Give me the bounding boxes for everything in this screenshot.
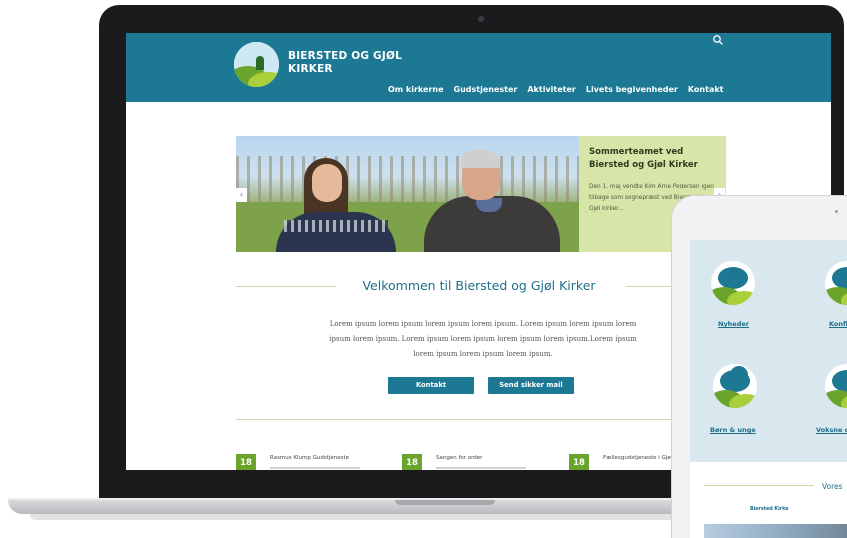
photo-person-man [424,150,560,252]
tablet-section-heading: Vores [822,482,843,491]
category-link-konfirmander[interactable]: Konfir [829,320,847,328]
event-item[interactable]: 18 Sangen for order [402,454,562,470]
face [312,164,342,202]
news-icon[interactable] [711,261,755,305]
slide-title: Sommerteamet ved Biersted og Gjøl Kirker [589,147,698,170]
children-youth-icon[interactable] [713,364,757,408]
hair [460,150,500,168]
event-title: Sangen for order [436,455,483,461]
event-subtitle [436,467,526,469]
adults-icon[interactable] [825,364,847,408]
event-item[interactable]: 18 Rasmus Klump Gudstjeneste [236,454,396,470]
bubble [730,366,748,384]
event-date: 18 [402,454,422,470]
confirmation-icon[interactable] [825,261,847,305]
slide-photo[interactable] [236,136,579,252]
hill [727,291,755,305]
nav-item-om-kirkerne[interactable]: Om kirkerne [388,85,444,94]
nav-item-gudstjenester[interactable]: Gudstjenester [454,85,518,94]
nav-item-livets-begivenheder[interactable]: Livets begivenheder [586,85,678,94]
logo-tree [256,56,264,70]
site-header: BIERSTED OG GJØL KIRKER Om kirkerne Guds… [126,33,831,102]
bubble [832,267,847,289]
tablet-camera [835,210,838,213]
church-logo[interactable] [234,42,279,87]
nav-item-aktiviteter[interactable]: Aktiviteter [527,85,575,94]
device-mockup: BIERSTED OG GJØL KIRKER Om kirkerne Guds… [0,0,847,538]
welcome-text: Lorem ipsum lorem ipsum lorem ipsum lore… [329,320,637,358]
main-nav: Om kirkerne Gudstjenester Aktiviteter Li… [388,85,724,94]
nav-item-kontakt[interactable]: Kontakt [688,85,724,94]
contact-button[interactable]: Kontakt [388,377,474,394]
event-subtitle [270,467,360,469]
hill [729,394,757,408]
send-secure-mail-button[interactable]: Send sikker mail [488,377,574,394]
laptop-notch [395,500,495,505]
divider [236,286,336,287]
church-photo[interactable] [704,524,847,538]
event-date: 18 [236,454,256,470]
sweater [276,212,396,252]
tablet-screen: Nyheder Konfir Børn & unge Voksne o [690,240,847,538]
category-link-nyheder[interactable]: Nyheder [718,320,749,328]
bubble [832,370,847,392]
category-panel: Nyheder Konfir Børn & unge Voksne o [690,240,847,462]
event-date: 18 [569,454,589,470]
hero-slider: Sommerteamet ved Biersted og Gjøl Kirker… [236,136,726,252]
divider [704,485,814,486]
collar [476,198,502,212]
sweater-pattern [284,220,388,232]
slider-prev-arrow-icon[interactable]: ‹ [236,188,247,202]
card-label[interactable]: Biersted Kirke [750,507,788,512]
bubble [718,267,748,289]
photo-person-woman [276,158,396,252]
search-icon[interactable] [712,34,724,46]
laptop-camera [478,16,484,22]
welcome-title: Velkommen til Biersted og Gjøl Kirker [362,278,596,293]
site-title[interactable]: BIERSTED OG GJØL KIRKER [288,50,408,76]
category-link-voksne[interactable]: Voksne o [816,426,847,434]
category-link-boern-unge[interactable]: Børn & unge [710,426,756,434]
event-title: Rasmus Klump Gudstjeneste [270,455,350,461]
divider [236,419,726,420]
